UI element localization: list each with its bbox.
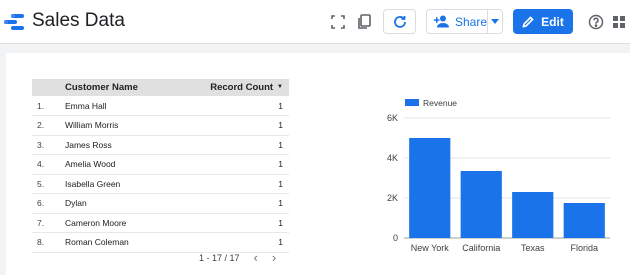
copy-report-icon[interactable] (352, 10, 376, 34)
report-title: Sales Data (32, 10, 125, 31)
y-tick-label: 0 (393, 233, 398, 243)
bar-california (460, 171, 502, 238)
legend-label: Revenue (423, 98, 457, 108)
data-studio-logo-icon (4, 14, 24, 30)
edit-button[interactable]: Edit (513, 9, 573, 34)
x-tick-label: Florida (570, 243, 598, 253)
y-tick-label: 2K (387, 193, 398, 203)
report-canvas: Customer Name Record Count ▼ 1. Emma Hall 1… (6, 53, 630, 275)
dropdown-arrow-icon (491, 19, 499, 24)
refresh-button[interactable] (383, 9, 416, 34)
fullscreen-icon[interactable] (326, 10, 350, 34)
share-dropdown[interactable] (488, 10, 502, 33)
x-tick-label: New York (411, 243, 450, 253)
legend-swatch (405, 99, 419, 106)
x-tick-label: Texas (521, 243, 545, 253)
y-tick-label: 6K (387, 113, 398, 123)
share-button[interactable]: Share (426, 9, 503, 34)
bar-florida (563, 203, 605, 238)
pencil-icon (522, 15, 534, 28)
top-bar: Sales Data Share Edit (0, 0, 630, 44)
apps-grid-icon[interactable] (607, 10, 630, 34)
x-tick-label: California (462, 243, 500, 253)
bar-new-york (409, 138, 451, 238)
share-main[interactable]: Share (427, 10, 488, 33)
edit-label: Edit (541, 14, 564, 29)
y-tick-label: 4K (387, 153, 398, 163)
refresh-icon (393, 15, 406, 28)
add-person-icon (434, 15, 449, 28)
share-label: Share (454, 14, 487, 29)
revenue-bar-chart: 0 2K 4K 6K New York California Texas Florida Rev… (387, 98, 610, 253)
help-icon[interactable] (584, 10, 608, 34)
bar-texas (512, 192, 554, 238)
